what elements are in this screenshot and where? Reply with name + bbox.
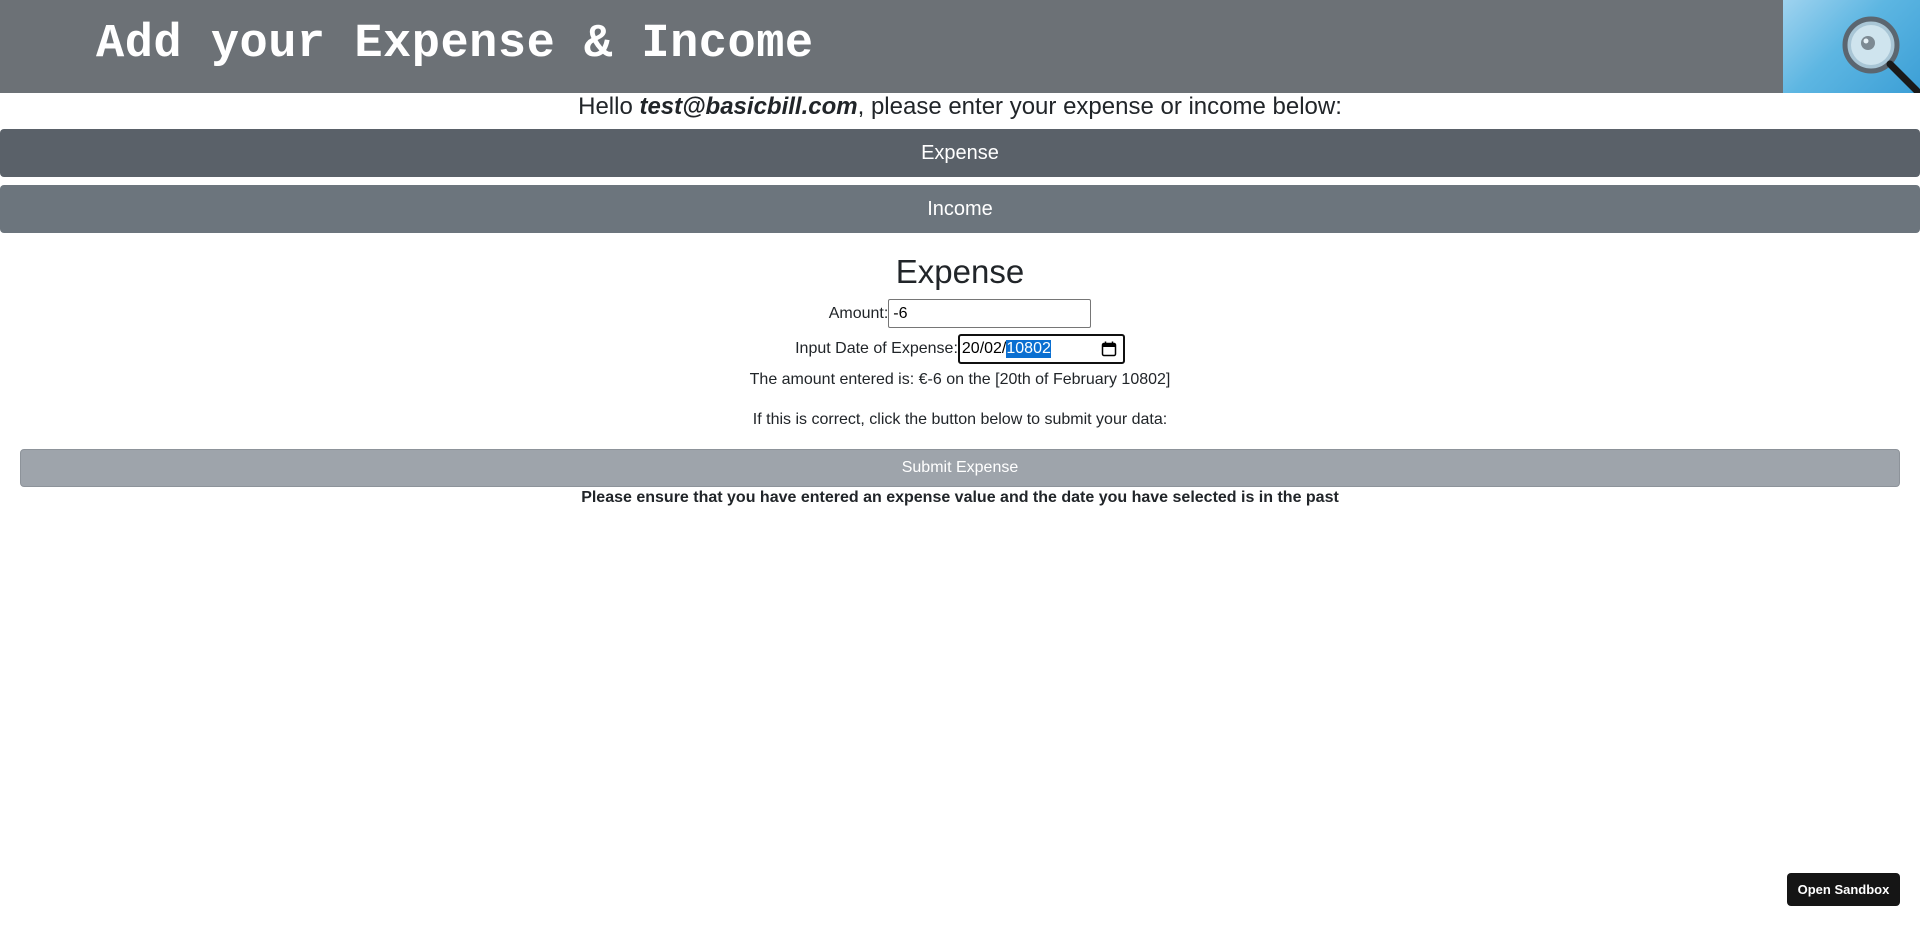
amount-label: Amount: [828,304,889,322]
date-label: Input Date of Expense: [795,340,958,357]
calendar-icon[interactable] [1101,341,1117,357]
user-email: test@basicbill.com [639,93,858,120]
form-title: Expense [895,253,1025,290]
confirm-text: If this is correct, click the button bel… [752,411,1168,428]
tab-expense[interactable]: Expense [0,129,1920,177]
greeting-text: Hello test@basicbill.com, please enter y… [0,92,1920,122]
date-year-selected: 10802 [1006,340,1051,358]
amount-row: Amount: [0,299,1920,328]
greeting-suffix: , please enter your expense or income be… [857,93,1342,120]
date-row: Input Date of Expense: 20/02/10802 [0,334,1920,364]
date-input[interactable]: 20/02/10802 [957,334,1125,364]
page-header: Add your Expense & Income [0,0,1920,93]
magnifier-icon [1783,0,1920,93]
tab-income[interactable]: Income [0,185,1920,233]
open-sandbox-button[interactable]: Open Sandbox [1787,873,1900,906]
submit-expense-button[interactable]: Submit Expense [20,449,1900,487]
date-day-month: 20/02/ [961,340,1007,357]
amount-input[interactable] [888,299,1092,328]
greeting-prefix: Hello [578,93,640,120]
amount-summary: The amount entered is: €-6 on the [20th … [749,371,1171,388]
validation-warning: Please ensure that you have entered an e… [581,489,1339,506]
page-title: Add your Expense & Income [96,18,814,71]
